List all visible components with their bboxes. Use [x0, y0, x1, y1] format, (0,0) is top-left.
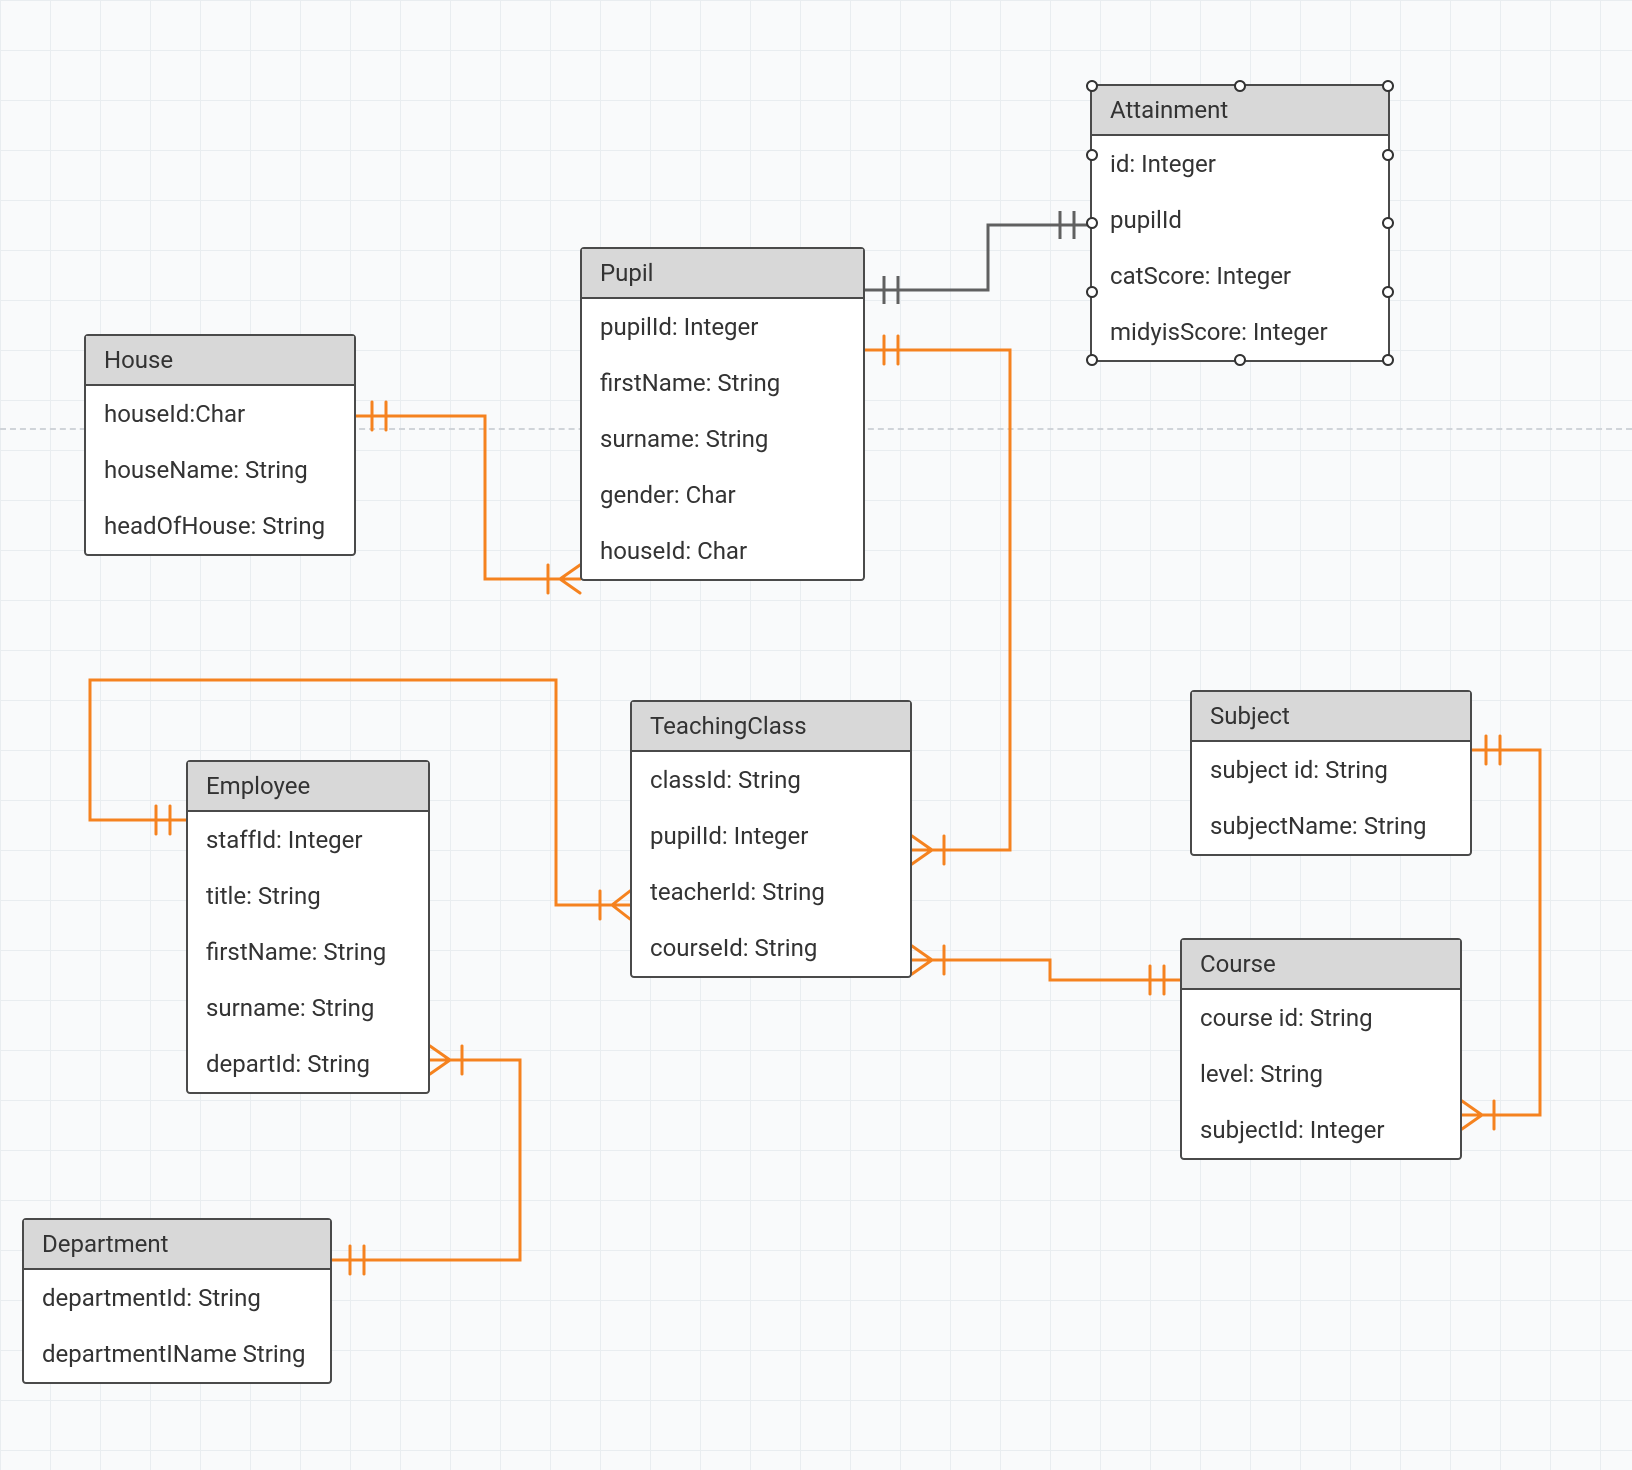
entity-title: Attainment — [1092, 86, 1388, 136]
entity-subject[interactable]: Subject subject id: String subjectName: … — [1190, 690, 1472, 856]
attr-row: departmentIName String — [24, 1326, 330, 1382]
entity-title: Subject — [1192, 692, 1470, 742]
attr-row: pupilId — [1092, 192, 1388, 248]
selection-handle-e2[interactable] — [1382, 149, 1394, 161]
entity-attrs: staffId: Integer title: String firstName… — [188, 812, 428, 1092]
selection-handle-w2[interactable] — [1086, 149, 1098, 161]
attr-row: id: Integer — [1092, 136, 1388, 192]
selection-handle-w[interactable] — [1086, 217, 1098, 229]
entity-title: Pupil — [582, 249, 863, 299]
diagram-canvas[interactable]: House houseId:Char houseName: String hea… — [0, 0, 1632, 1470]
attr-row: catScore: Integer — [1092, 248, 1388, 304]
entity-attainment[interactable]: Attainment id: Integer pupilId catScore:… — [1090, 84, 1390, 362]
attr-row: gender: Char — [582, 467, 863, 523]
entity-attrs: departmentId: String departmentIName Str… — [24, 1270, 330, 1382]
selection-handle-e3[interactable] — [1382, 286, 1394, 298]
entity-title: Course — [1182, 940, 1460, 990]
entity-title: TeachingClass — [632, 702, 910, 752]
entity-attrs: subject id: String subjectName: String — [1192, 742, 1470, 854]
entity-attrs: classId: String pupilId: Integer teacher… — [632, 752, 910, 976]
entity-teachingclass[interactable]: TeachingClass classId: String pupilId: I… — [630, 700, 912, 978]
attr-row: departId: String — [188, 1036, 428, 1092]
entity-pupil[interactable]: Pupil pupilId: Integer firstName: String… — [580, 247, 865, 581]
selection-handle-ne[interactable] — [1382, 80, 1394, 92]
attr-row: teacherId: String — [632, 864, 910, 920]
selection-handle-e[interactable] — [1382, 217, 1394, 229]
attr-row: subjectId: Integer — [1182, 1102, 1460, 1158]
attr-row: houseId: Char — [582, 523, 863, 579]
entity-attrs: course id: String level: String subjectI… — [1182, 990, 1460, 1158]
attr-row: course id: String — [1182, 990, 1460, 1046]
entity-attrs: pupilId: Integer firstName: String surna… — [582, 299, 863, 579]
entity-department[interactable]: Department departmentId: String departme… — [22, 1218, 332, 1384]
attr-row: surname: String — [582, 411, 863, 467]
entity-title: House — [86, 336, 354, 386]
entity-course[interactable]: Course course id: String level: String s… — [1180, 938, 1462, 1160]
attr-row: midyisScore: Integer — [1092, 304, 1388, 360]
attr-row: courseId: String — [632, 920, 910, 976]
entity-title: Employee — [188, 762, 428, 812]
attr-row: pupilId: Integer — [582, 299, 863, 355]
entity-attrs: id: Integer pupilId catScore: Integer mi… — [1092, 136, 1388, 360]
selection-handle-n[interactable] — [1234, 80, 1246, 92]
attr-row: surname: String — [188, 980, 428, 1036]
selection-handle-nw[interactable] — [1086, 80, 1098, 92]
attr-row: subjectName: String — [1192, 798, 1470, 854]
selection-handle-s[interactable] — [1234, 354, 1246, 366]
attr-row: headOfHouse: String — [86, 498, 354, 554]
attr-row: firstName: String — [582, 355, 863, 411]
attr-row: subject id: String — [1192, 742, 1470, 798]
entity-attrs: houseId:Char houseName: String headOfHou… — [86, 386, 354, 554]
selection-handle-se[interactable] — [1382, 354, 1394, 366]
entity-title: Department — [24, 1220, 330, 1270]
attr-row: level: String — [1182, 1046, 1460, 1102]
attr-row: departmentId: String — [24, 1270, 330, 1326]
attr-row: staffId: Integer — [188, 812, 428, 868]
selection-handle-sw[interactable] — [1086, 354, 1098, 366]
selection-handle-w3[interactable] — [1086, 286, 1098, 298]
attr-row: houseId:Char — [86, 386, 354, 442]
attr-row: classId: String — [632, 752, 910, 808]
attr-row: firstName: String — [188, 924, 428, 980]
entity-employee[interactable]: Employee staffId: Integer title: String … — [186, 760, 430, 1094]
attr-row: pupilId: Integer — [632, 808, 910, 864]
attr-row: houseName: String — [86, 442, 354, 498]
attr-row: title: String — [188, 868, 428, 924]
entity-house[interactable]: House houseId:Char houseName: String hea… — [84, 334, 356, 556]
